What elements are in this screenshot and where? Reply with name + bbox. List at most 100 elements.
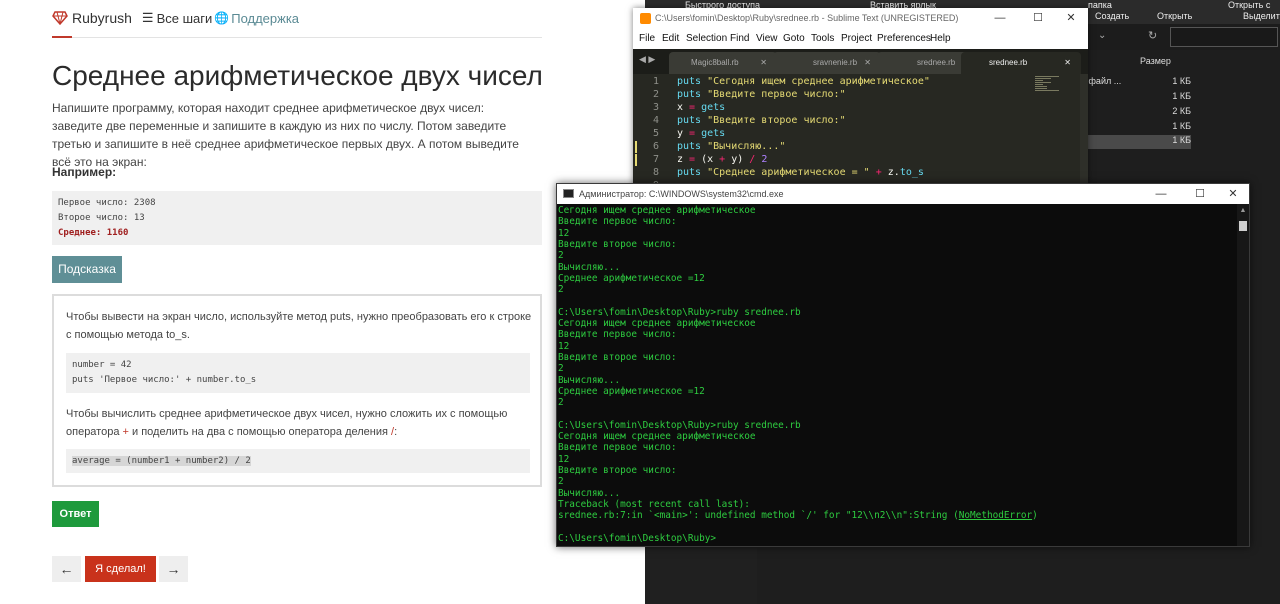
prev-step-button[interactable]: ← — [52, 556, 81, 582]
tab-srednee-active[interactable]: srednee.rb ✕ — [961, 52, 1081, 74]
ribbon-folder[interactable]: папка — [1088, 0, 1112, 10]
menu-preferences[interactable]: Preferences — [877, 33, 931, 44]
sublime-text-window: C:\Users\fomin\Desktop\Ruby\srednee.rb -… — [633, 8, 1088, 191]
code-line: puts "Вычисляю..." — [677, 141, 786, 152]
terminal-line: 12 — [558, 227, 570, 239]
all-steps-link[interactable]: ☰ Все шаги — [142, 10, 212, 26]
webpage: Rubyrush ☰ Все шаги 🌐 Поддержка Среднее … — [0, 0, 645, 604]
close-icon[interactable]: ✕ — [1216, 184, 1250, 204]
line-number: 8 — [652, 167, 659, 178]
menu-find[interactable]: Find — [730, 33, 749, 44]
file-size: 2 КБ — [1172, 106, 1191, 116]
sublime-app-icon — [640, 13, 651, 24]
cmd-title: Администратор: C:\WINDOWS\system32\cmd.e… — [579, 189, 784, 199]
line-number: 1 — [652, 76, 659, 87]
code-line: puts "Введите первое число:" — [677, 89, 846, 100]
hint-code-block-2: average = (number1 + number2) / 2 — [66, 449, 530, 473]
terminal-line: Сегодня ищем среднее арифметическое — [558, 431, 756, 442]
tab-sravnenie[interactable]: sravnenie.rb ✕ — [773, 52, 881, 74]
terminal-output[interactable]: Сегодня ищем среднее арифметическое Введи… — [557, 204, 1237, 546]
minimize-icon[interactable]: — — [983, 8, 1017, 29]
terminal-line: Traceback (most recent call last): — [558, 498, 750, 510]
terminal-line: 2 — [558, 476, 564, 488]
ribbon-create[interactable]: Создать — [1095, 11, 1129, 21]
example-result: Среднее: 1160 — [58, 228, 129, 238]
menu-view[interactable]: View — [756, 33, 778, 44]
tab-nav-arrows-icon[interactable]: ◀ ▶ — [639, 54, 655, 65]
code-line: z = (x + y) / 2 — [677, 154, 768, 165]
terminal-line: 2 — [558, 284, 564, 296]
logo-link[interactable]: Rubyrush — [52, 10, 132, 26]
code-line-selected[interactable]: average = (number1 + number2) / 2 — [72, 456, 251, 466]
terminal-line: Сегодня ищем среднее арифметическое — [558, 205, 756, 216]
terminal-line: Введите второе число: — [558, 464, 677, 476]
example-line: Второе число: 13 — [58, 213, 145, 223]
cmd-app-icon — [563, 189, 574, 198]
hint-text-2: Чтобы вычислить среднее арифметическое д… — [66, 405, 534, 441]
explorer-search-area: ⌄ ↻ — [1090, 24, 1280, 50]
nav-divider — [52, 37, 542, 38]
done-button[interactable]: Я сделал! — [85, 556, 156, 582]
refresh-icon[interactable]: ↻ — [1148, 29, 1157, 42]
tab-magic8ball[interactable]: Magic8ball.rb ✕ — [669, 52, 777, 74]
sublime-scrollbar[interactable] — [1080, 74, 1088, 188]
terminal-line: 2 — [558, 250, 564, 262]
terminal-line: Среднее арифметическое =12 — [558, 385, 705, 397]
tab-label: Magic8ball.rb — [691, 58, 739, 67]
menu-help[interactable]: Help — [930, 33, 951, 44]
file-row[interactable]: 1 КБ — [1081, 91, 1191, 105]
terminal-line: Введите второе число: — [558, 238, 677, 250]
ruby-gem-icon — [52, 11, 68, 25]
file-size: 1 КБ — [1172, 135, 1191, 145]
minimize-icon[interactable]: — — [1144, 184, 1178, 204]
column-header-size[interactable]: Размер — [1140, 56, 1171, 66]
terminal-line: 2 — [558, 397, 564, 409]
explorer-search-input[interactable] — [1170, 27, 1278, 47]
scroll-thumb[interactable] — [1239, 221, 1247, 231]
tab-label: sravnenie.rb — [813, 58, 858, 67]
terminal-line: Введите первое число: — [558, 442, 677, 454]
menu-selection[interactable]: Selection — [686, 33, 727, 44]
minimap[interactable] — [1035, 74, 1065, 94]
hint-button[interactable]: Подсказка — [52, 256, 122, 283]
terminal-error-line: srednee.rb:7:in `<main>': undefined meth… — [558, 510, 1038, 521]
scroll-up-icon[interactable]: ▲ — [1237, 204, 1249, 218]
code-line: puts "Сегодня ищем среднее арифметическо… — [677, 76, 930, 87]
tab-close-icon[interactable]: ✕ — [1064, 52, 1071, 74]
terminal-line: Вычисляю... — [558, 261, 621, 273]
menu-edit[interactable]: Edit — [662, 33, 679, 44]
support-link[interactable]: 🌐 Поддержка — [214, 11, 299, 26]
close-icon[interactable]: ✕ — [1054, 8, 1088, 29]
menu-tools[interactable]: Tools — [811, 33, 834, 44]
next-step-button[interactable]: → — [159, 556, 188, 582]
file-row[interactable]: й файл ... 1 КБ — [1081, 76, 1191, 90]
ribbon-open[interactable]: Открыть — [1157, 11, 1192, 21]
ribbon-select[interactable]: Выделить — [1243, 11, 1280, 21]
code-line: puts 'Первое число:' + number.to_s — [72, 375, 257, 385]
top-nav: Rubyrush ☰ Все шаги 🌐 Поддержка — [52, 8, 299, 28]
maximize-icon[interactable]: ☐ — [1183, 184, 1217, 204]
tab-close-icon[interactable]: ✕ — [864, 52, 871, 74]
line-number: 2 — [652, 89, 659, 100]
cmd-scrollbar[interactable]: ▲ — [1237, 204, 1249, 546]
code-line: puts "Введите второе число:" — [677, 115, 846, 126]
all-steps-label: Все шаги — [156, 10, 213, 26]
tab-close-icon[interactable]: ✕ — [760, 52, 767, 74]
answer-button[interactable]: Ответ — [52, 501, 99, 527]
file-row[interactable]: 2 КБ — [1081, 106, 1191, 120]
support-label: Поддержка — [231, 10, 300, 26]
menu-goto[interactable]: Goto — [783, 33, 805, 44]
code-line: y = gets — [677, 128, 726, 139]
tab-label: srednee.rb — [989, 58, 1028, 67]
ribbon-open-with[interactable]: Открыть с — [1228, 0, 1270, 10]
terminal-line: Сегодня ищем среднее арифметическое — [558, 318, 756, 329]
maximize-icon[interactable]: ☐ — [1021, 8, 1055, 29]
menu-project[interactable]: Project — [841, 33, 872, 44]
hint-text-2-part: : — [394, 426, 398, 438]
menu-file[interactable]: File — [639, 33, 655, 44]
code-line: number = 42 — [72, 360, 132, 370]
file-row[interactable]: 1 КБ — [1081, 121, 1191, 135]
file-row-selected[interactable]: 1 КБ — [1081, 135, 1191, 149]
page-title: Среднее арифметическое двух чисел — [52, 60, 543, 91]
dropdown-icon[interactable]: ⌄ — [1098, 30, 1106, 41]
